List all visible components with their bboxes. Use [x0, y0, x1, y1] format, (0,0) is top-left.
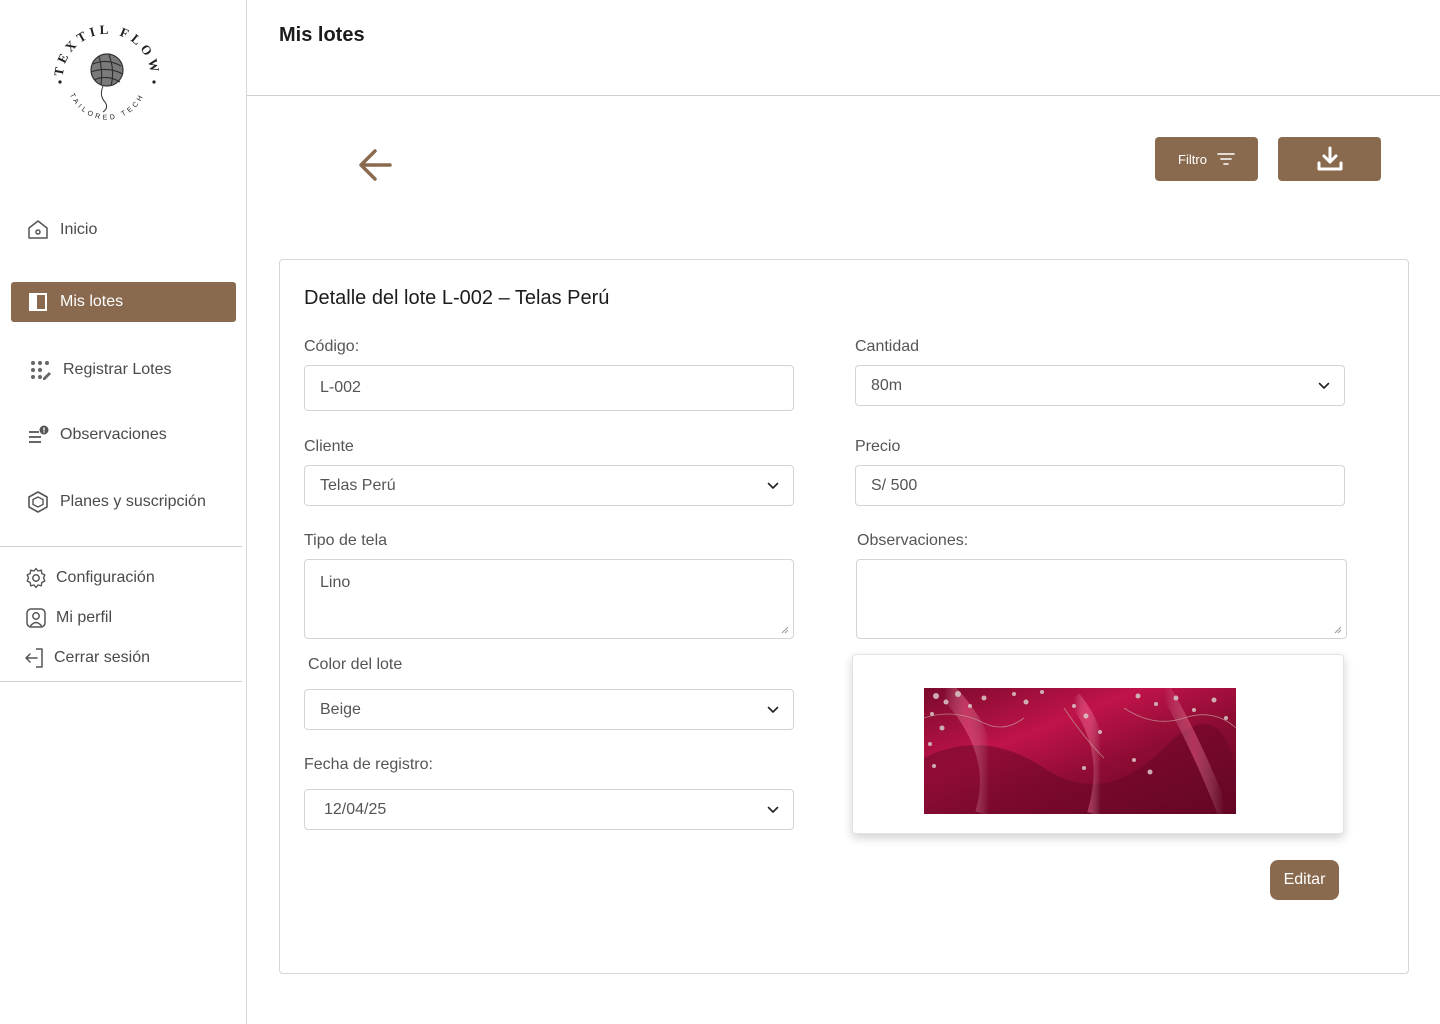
- fecha-label: Fecha de registro:: [304, 756, 433, 773]
- fecha-select[interactable]: 12/04/25: [304, 789, 794, 830]
- page-title: Mis lotes: [279, 24, 365, 46]
- fecha-value: 12/04/25: [324, 800, 387, 818]
- sidebar-item-label: Registrar Lotes: [63, 361, 172, 378]
- card-title: Detalle del lote L-002 – Telas Perú: [304, 287, 610, 309]
- tipo-tela-textarea[interactable]: Lino: [304, 559, 794, 639]
- sidebar-item-label: Inicio: [60, 221, 98, 238]
- filter-button-label: Filtro: [1178, 151, 1207, 167]
- page-header: Mis lotes: [247, 0, 1440, 96]
- precio-input[interactable]: S/ 500: [855, 465, 1345, 506]
- resize-handle-icon[interactable]: [781, 626, 789, 634]
- chevron-down-icon: [1318, 382, 1330, 389]
- sidebar-item-label: Mis lotes: [60, 293, 124, 310]
- codigo-input[interactable]: L-002: [304, 365, 794, 411]
- precio-value: S/ 500: [871, 476, 918, 494]
- color-label: Color del lote: [308, 656, 403, 673]
- observaciones-label: Observaciones:: [857, 532, 969, 549]
- filter-icon: [1217, 153, 1235, 165]
- sidebar-item-planes[interactable]: Planes y suscripción: [11, 482, 236, 522]
- color-value: Beige: [320, 700, 361, 718]
- sidebar-item-configuracion[interactable]: Configuración: [0, 562, 242, 594]
- tipo-tela-label: Tipo de tela: [304, 532, 388, 549]
- gear-icon: [23, 565, 49, 591]
- sidebar-divider: [0, 681, 242, 682]
- cantidad-select[interactable]: 80m: [855, 365, 1345, 406]
- chevron-down-icon: [767, 806, 779, 813]
- edit-button[interactable]: Editar: [1270, 860, 1339, 900]
- sidebar-item-observaciones[interactable]: Observaciones: [11, 415, 236, 455]
- download-icon: [1317, 146, 1342, 171]
- user-icon: [23, 605, 49, 631]
- tipo-tela-value: Lino: [320, 574, 351, 591]
- panel-icon: [25, 289, 51, 315]
- cantidad-value: 80m: [871, 376, 903, 394]
- cliente-label: Cliente: [304, 438, 354, 455]
- sidebar-item-inicio[interactable]: Inicio: [11, 210, 236, 250]
- codigo-value: L-002: [320, 379, 361, 396]
- codigo-label: Código:: [304, 338, 360, 355]
- sidebar-item-cerrar-sesion[interactable]: Cerrar sesión: [0, 642, 242, 674]
- cliente-value: Telas Perú: [320, 476, 396, 494]
- list-alert-icon: [25, 422, 51, 448]
- sidebar: TEXTIL FLOW TAILORED TECH Inicio Mis lot…: [0, 0, 247, 1024]
- sidebar-item-mi-perfil[interactable]: Mi perfil: [0, 602, 242, 634]
- fabric-image: [924, 688, 1236, 814]
- back-button[interactable]: [354, 144, 396, 186]
- cliente-select[interactable]: Telas Perú: [304, 465, 794, 506]
- grid-edit-icon: [27, 357, 53, 383]
- logout-icon: [21, 645, 47, 671]
- sidebar-item-registrar-lotes[interactable]: Registrar Lotes: [11, 350, 236, 390]
- home-icon: [25, 217, 51, 243]
- sidebar-item-label: Cerrar sesión: [54, 649, 151, 666]
- observaciones-textarea[interactable]: [856, 559, 1347, 639]
- sidebar-divider: [0, 546, 242, 547]
- fabric-image-card: [852, 654, 1344, 834]
- filter-button[interactable]: Filtro: [1155, 137, 1258, 181]
- sidebar-item-label: Planes y suscripción: [60, 493, 206, 510]
- chevron-down-icon: [767, 482, 779, 489]
- download-button[interactable]: [1278, 137, 1381, 181]
- sidebar-item-label: Configuración: [56, 569, 155, 586]
- resize-handle-icon[interactable]: [1334, 626, 1342, 634]
- arrow-left-icon: [359, 149, 392, 181]
- chevron-down-icon: [767, 706, 779, 713]
- lot-detail-card: Detalle del lote L-002 – Telas Perú Códi…: [279, 259, 1409, 974]
- sidebar-item-label: Observaciones: [60, 426, 167, 443]
- color-select[interactable]: Beige: [304, 689, 794, 730]
- box-icon: [25, 489, 51, 515]
- cantidad-label: Cantidad: [855, 338, 920, 355]
- precio-label: Precio: [855, 438, 901, 455]
- sidebar-item-label: Mi perfil: [56, 609, 113, 626]
- sidebar-item-mis-lotes[interactable]: Mis lotes: [11, 282, 236, 322]
- textil-flow-logo: TEXTIL FLOW TAILORED TECH: [49, 20, 165, 130]
